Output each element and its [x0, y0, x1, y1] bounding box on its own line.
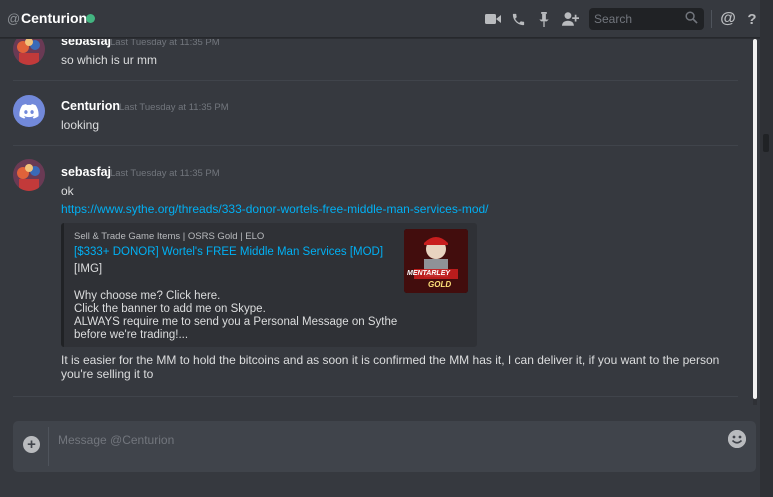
avatar[interactable]: [13, 39, 45, 65]
message-text: so which is ur mm: [61, 53, 158, 67]
search-box[interactable]: Search: [589, 8, 704, 30]
online-status-icon: [86, 14, 95, 23]
channel-title[interactable]: Centurion: [21, 10, 87, 26]
embed-description-line: before we're trading!...: [74, 329, 189, 341]
avatar[interactable]: [13, 159, 45, 191]
add-friend-icon[interactable]: [561, 10, 579, 28]
discord-logo-icon: [19, 103, 39, 119]
message-timestamp: Last Tuesday at 11:35 PM: [110, 39, 220, 48]
message-composer[interactable]: + Message @Centurion: [13, 421, 756, 472]
message-text: looking: [61, 118, 100, 132]
channel-header: @ Centurion Search @ ?: [0, 0, 773, 38]
embed-description-line: [IMG]: [74, 263, 103, 275]
embed-provider[interactable]: Sell & Trade Game Items | OSRS Gold | EL…: [74, 231, 264, 242]
dm-at-icon: @: [7, 11, 21, 26]
embed-title[interactable]: [$333+ DONOR] Wortel's FREE Middle Man S…: [74, 246, 383, 258]
header-divider: [711, 10, 712, 28]
message-divider: [13, 396, 738, 397]
search-icon: [685, 11, 698, 29]
message-author[interactable]: sebasfaj: [61, 39, 111, 48]
embed-description-line: Click the banner to add me on Skype.: [74, 303, 266, 315]
mention-icon[interactable]: @: [719, 10, 737, 28]
message-text: you're selling it to: [61, 367, 154, 381]
message-input[interactable]: Message @Centurion: [58, 433, 174, 447]
pin-icon[interactable]: [535, 10, 553, 28]
embed-thumbnail[interactable]: MENTARLEY GOLD: [404, 229, 468, 293]
video-call-icon[interactable]: [484, 10, 502, 28]
message-author[interactable]: Centurion: [61, 99, 120, 113]
link-embed: Sell & Trade Game Items | OSRS Gold | EL…: [61, 223, 477, 347]
message-divider: [13, 80, 738, 81]
side-panel-edge: [760, 0, 773, 497]
search-input[interactable]: Search: [594, 12, 632, 26]
emoji-picker-icon[interactable]: [728, 430, 746, 448]
help-icon[interactable]: ?: [743, 10, 761, 28]
embed-description-line: ALWAYS require me to send you a Personal…: [74, 316, 398, 328]
message-author[interactable]: sebasfaj: [61, 165, 111, 179]
message-text: It is easier for the MM to hold the bitc…: [61, 353, 720, 367]
message-text: ok: [61, 184, 74, 198]
embed-description-line: Why choose me? Click here.: [74, 290, 221, 302]
message-scrollbar-thumb[interactable]: [753, 39, 757, 399]
thumbnail-caption: GOLD: [428, 280, 452, 289]
avatar[interactable]: [13, 95, 45, 127]
message-timestamp: Last Tuesday at 11:35 PM: [119, 102, 229, 113]
upload-plus-icon[interactable]: +: [23, 436, 40, 453]
side-scroll-handle[interactable]: [763, 134, 769, 152]
message-link[interactable]: https://www.sythe.org/threads/333-donor-…: [61, 202, 489, 216]
message-divider: [13, 145, 738, 146]
voice-call-icon[interactable]: [509, 10, 527, 28]
message-list[interactable]: sebasfaj Last Tuesday at 11:35 PM so whi…: [0, 39, 760, 405]
message-timestamp: Last Tuesday at 11:35 PM: [110, 168, 220, 179]
composer-divider: [48, 427, 49, 466]
thumbnail-caption: MENTARLEY: [407, 270, 451, 277]
